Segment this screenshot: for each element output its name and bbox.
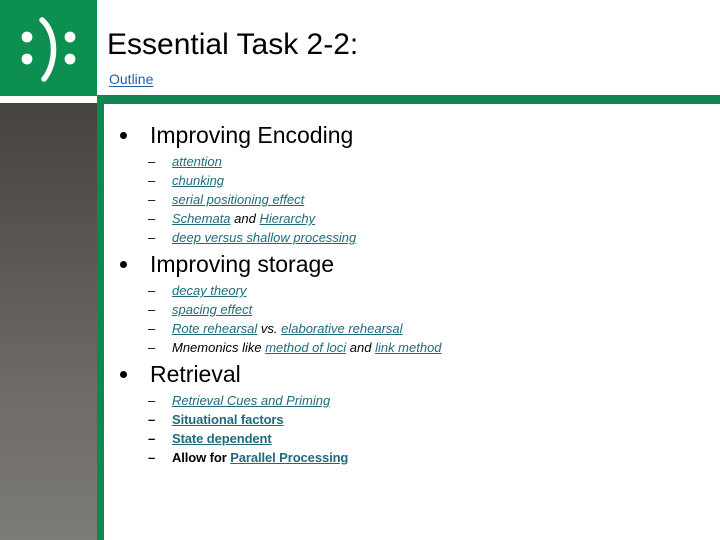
outline-subitem-link[interactable]: Schemata — [172, 211, 231, 226]
outline-subitem-text: and — [346, 340, 376, 355]
outline-group: Retrieval – Retrieval Cues and Priming – Sit… — [104, 359, 720, 467]
outline-subitem: – serial positioning effect — [104, 190, 720, 209]
outline-subitem: – Rote rehearsal vs. elaborative rehearsa… — [104, 319, 720, 338]
dash-icon: – — [148, 321, 156, 336]
outline-subitem-text: vs. — [257, 321, 282, 336]
outline-sublist: – attention – chunking – serial positioning e… — [104, 152, 720, 247]
dash-icon: – — [148, 173, 156, 188]
dash-icon: – — [148, 154, 156, 169]
outline-subitem-link[interactable]: spacing effect — [172, 302, 252, 317]
outline-subitem-link[interactable]: serial positioning effect — [172, 192, 304, 207]
outline-heading: Improving storage — [104, 249, 720, 280]
outline-subitem-link[interactable]: attention — [172, 154, 222, 169]
outline-subitem: – Schemata and Hierarchy — [104, 209, 720, 228]
outline-subitem-link[interactable]: method of loci — [265, 340, 346, 355]
outline-subitem-link[interactable]: State dependent — [172, 431, 272, 446]
dash-icon: – — [148, 340, 156, 355]
outline-subitem-text: Allow for — [172, 450, 231, 465]
outline-subitem: – Mnemonics like method of loci and link … — [104, 338, 720, 357]
outline-subitem: – Situational factors — [104, 410, 720, 429]
dash-icon: – — [148, 431, 156, 446]
outline-heading: Improving Encoding — [104, 120, 720, 151]
outline-group: Improving storage – decay theory – spacing e… — [104, 249, 720, 357]
outline-subitem-link[interactable]: Hierarchy — [259, 211, 315, 226]
outline-subitem-text: and — [230, 211, 260, 226]
bullet-icon — [120, 261, 127, 268]
dash-icon: – — [148, 393, 156, 408]
outline-group: Improving Encoding – attention – chunking – se… — [104, 120, 720, 247]
logo-container — [0, 0, 97, 96]
outline-subitem-link[interactable]: chunking — [172, 173, 224, 188]
smiley-colon-paren-colon-icon — [21, 17, 76, 82]
bullet-icon — [120, 132, 127, 139]
outline-content: Improving Encoding – attention – chunking – se… — [104, 104, 720, 540]
dash-icon: – — [148, 211, 156, 226]
outline-subitem-text: Mnemonics like — [172, 340, 266, 355]
dash-icon: – — [148, 283, 156, 298]
outline-subitem-link[interactable]: Rote rehearsal — [172, 321, 257, 336]
sidebar-strip — [0, 103, 97, 540]
outline-heading-label: Retrieval — [150, 361, 241, 387]
outline-heading: Retrieval — [104, 359, 720, 390]
outline-heading-label: Improving Encoding — [150, 122, 354, 148]
outline-subitem: – Retrieval Cues and Priming — [104, 391, 720, 410]
slide: Essential Task 2-2: Outline Improving En… — [0, 0, 720, 540]
outline-subitem-link[interactable]: deep versus shallow processing — [172, 230, 356, 245]
outline-subitem-link[interactable]: Parallel Processing — [230, 450, 348, 465]
outline-subitem: – decay theory — [104, 281, 720, 300]
outline-subitem: – attention — [104, 152, 720, 171]
outline-subitem: – State dependent — [104, 429, 720, 448]
dash-icon: – — [148, 450, 156, 465]
outline-subitem-link[interactable]: Retrieval Cues and Priming — [172, 393, 330, 408]
dash-icon: – — [148, 230, 156, 245]
left-accent-bar — [97, 95, 104, 540]
outline-link[interactable]: Outline — [109, 70, 153, 88]
dash-icon: – — [148, 192, 156, 207]
outline-sublist: – Retrieval Cues and Priming – Situational … — [104, 391, 720, 467]
outline-subitem: – deep versus shallow processing — [104, 228, 720, 247]
outline-sublist: – decay theory – spacing effect – Rote rehear… — [104, 281, 720, 357]
outline-heading-label: Improving storage — [150, 251, 335, 277]
outline-subitem-link[interactable]: elaborative rehearsal — [281, 321, 402, 336]
outline-subitem-link[interactable]: link method — [375, 340, 441, 355]
page-title: Essential Task 2-2: — [107, 28, 359, 61]
outline-subitem-link[interactable]: decay theory — [172, 283, 246, 298]
outline-subitem: – chunking — [104, 171, 720, 190]
outline-subitem: – Allow for Parallel Processing — [104, 448, 720, 467]
header-divider-bar — [97, 95, 720, 104]
outline-subitem-link[interactable]: Situational factors — [172, 412, 284, 427]
dash-icon: – — [148, 412, 156, 427]
outline-subitem: – spacing effect — [104, 300, 720, 319]
bullet-icon — [120, 371, 127, 378]
dash-icon: – — [148, 302, 156, 317]
